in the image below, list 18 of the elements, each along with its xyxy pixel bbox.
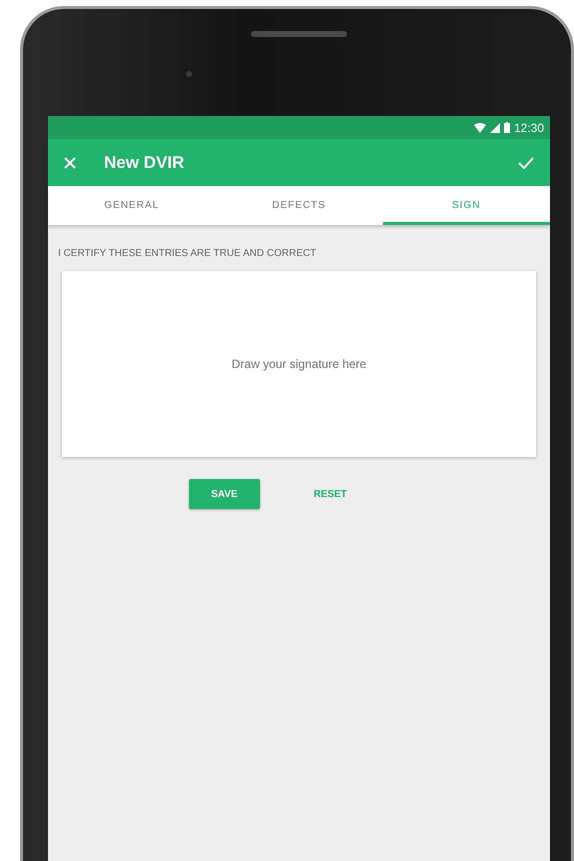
save-button[interactable]: SAVE bbox=[189, 479, 260, 509]
close-icon bbox=[64, 156, 76, 168]
status-time: 12:30 bbox=[514, 120, 544, 134]
app-bar-title: New DVIR bbox=[104, 152, 186, 172]
checkmark-icon bbox=[518, 156, 534, 168]
close-button[interactable] bbox=[64, 156, 76, 168]
reset-button[interactable]: RESET bbox=[292, 479, 369, 509]
battery-icon bbox=[504, 122, 510, 133]
signature-pad[interactable]: Draw your signature here bbox=[62, 271, 536, 457]
signal-icon bbox=[490, 122, 500, 132]
signature-placeholder: Draw your signature here bbox=[232, 357, 366, 371]
tab[interactable]: DEFECTS bbox=[215, 186, 383, 225]
tab[interactable]: SIGN bbox=[382, 186, 550, 225]
tab[interactable]: GENERAL bbox=[48, 186, 216, 225]
camera-lens bbox=[186, 71, 192, 77]
confirm-button[interactable] bbox=[518, 156, 534, 168]
certify-label: I CERTIFY THESE ENTRIES ARE TRUE AND CORRECT bbox=[58, 248, 318, 259]
wifi-icon bbox=[474, 122, 486, 132]
